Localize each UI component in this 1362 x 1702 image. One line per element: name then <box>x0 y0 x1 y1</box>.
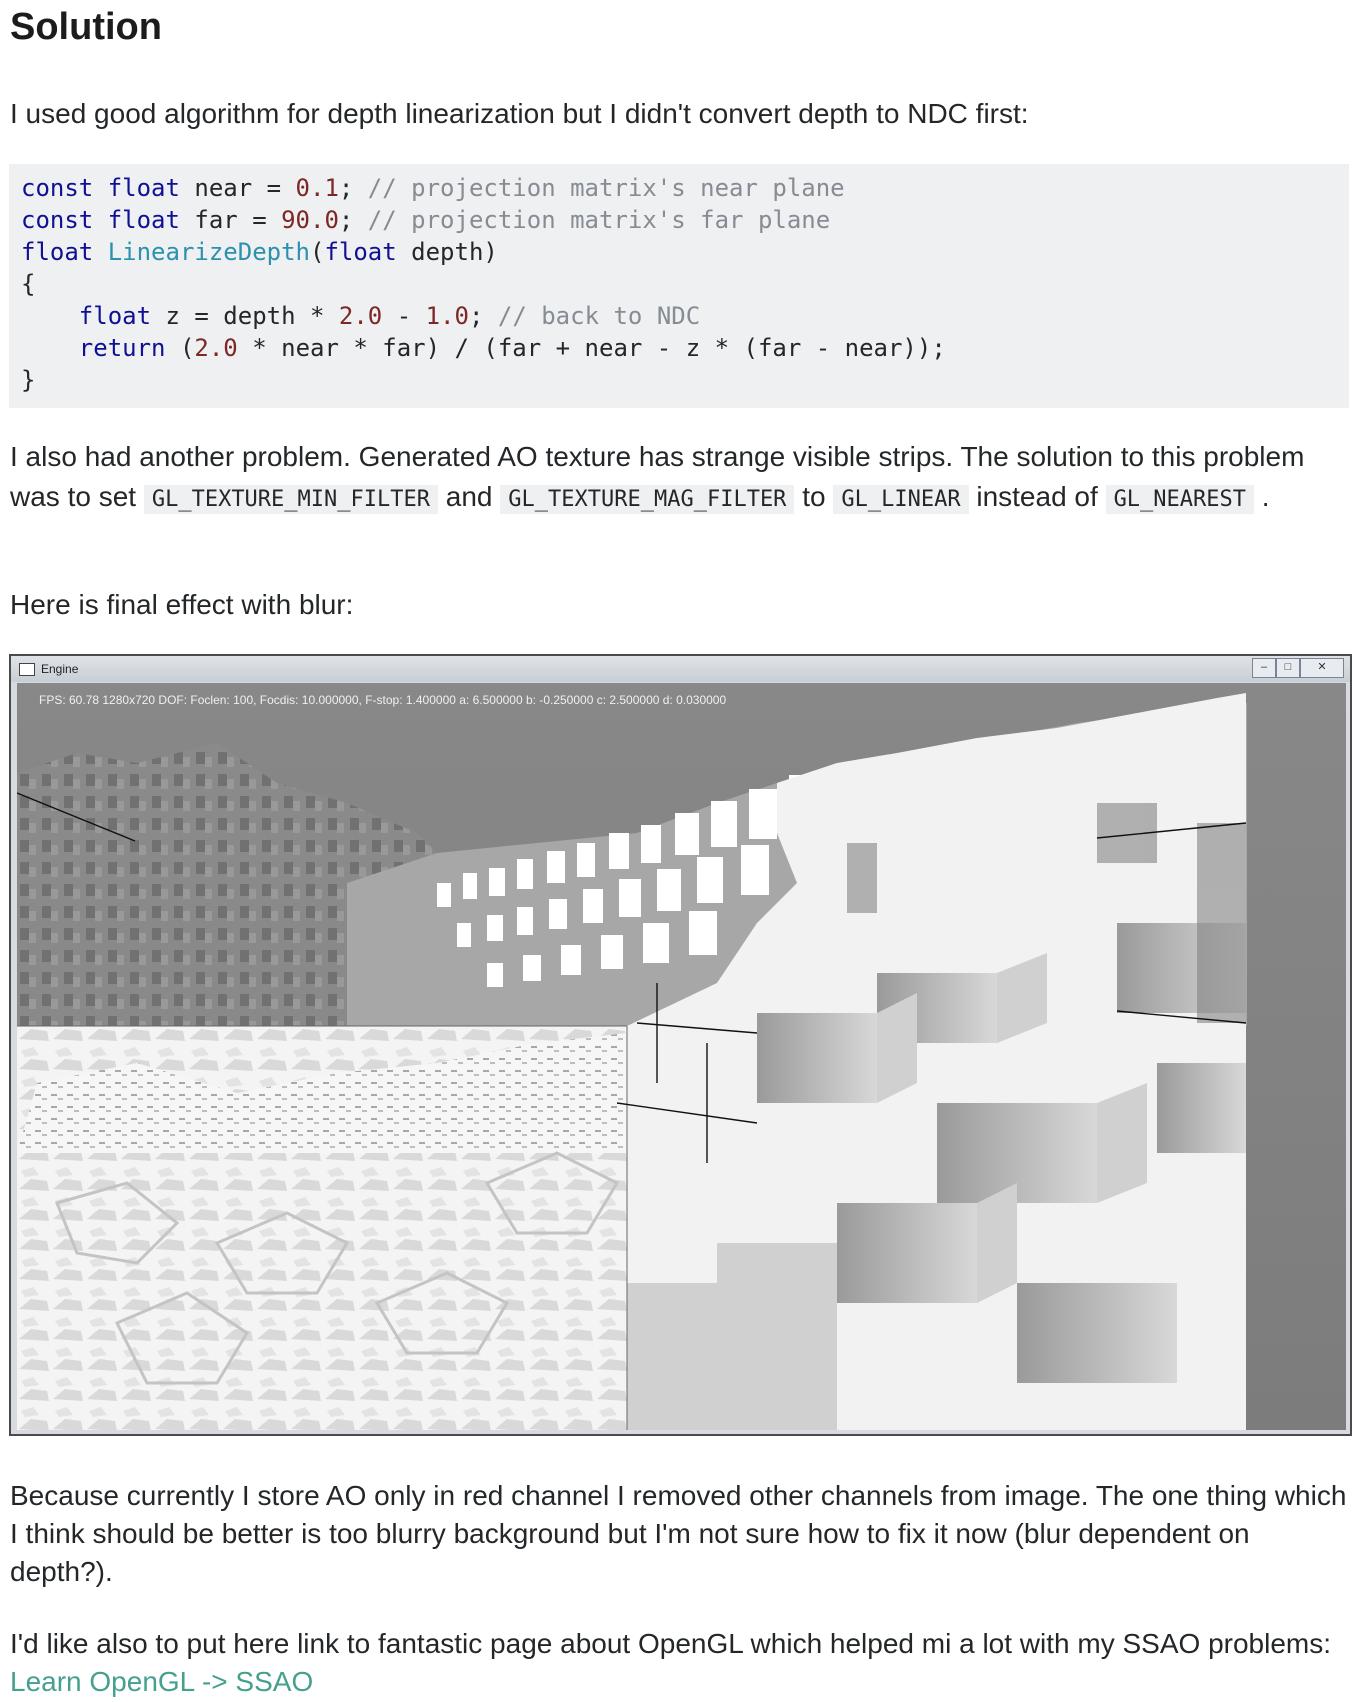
code-comment: // projection matrix's far plane <box>353 206 831 234</box>
fps-overlay: FPS: 60.78 1280x720 DOF: Foclen: 100, Fo… <box>39 693 727 707</box>
code-line-7: } <box>21 366 36 394</box>
code-line-5: float z = depth * 2.0 - 1.0; // back to … <box>21 302 700 330</box>
code-token: - <box>382 302 426 330</box>
code-token: depth) <box>396 238 498 266</box>
code-token: 2.0 <box>338 302 383 330</box>
maximize-icon[interactable]: □ <box>1276 658 1300 678</box>
code-line-4: { <box>21 270 36 298</box>
code-comment: // projection matrix's near plane <box>353 174 845 202</box>
engine-screenshot: Engine – □ ✕ FPS: 60.78 1280x720 DOF: Fo… <box>9 654 1352 1436</box>
code-token: * near * far) / (far + near - z * (far -… <box>237 334 946 362</box>
inline-code: GL_NEAREST <box>1105 485 1255 514</box>
paragraph-text: I'd like also to put here link to fantas… <box>10 1628 1332 1659</box>
code-token: 0.1 <box>295 174 339 202</box>
learnopengl-ssao-link[interactable]: Learn OpenGL -> SSAO <box>10 1666 313 1697</box>
code-token: float <box>107 206 180 234</box>
paragraph-text: to <box>794 481 834 512</box>
code-token: 90.0 <box>281 206 339 234</box>
code-line-3: float LinearizeDepth(float depth) <box>21 238 498 266</box>
code-line-2: const float far = 90.0; // projection ma… <box>21 206 830 234</box>
paragraph-text: and <box>438 481 501 512</box>
paragraph-text: instead of <box>968 481 1106 512</box>
ssao-scene-render <box>17 683 1346 1430</box>
window-title: Engine <box>41 662 79 676</box>
code-token: return <box>78 334 166 362</box>
paragraph-text: . <box>1254 481 1270 512</box>
code-comment: // back to NDC <box>483 302 701 330</box>
code-token: z = depth * <box>151 302 339 330</box>
code-token: ( <box>310 238 325 266</box>
code-token: float <box>107 174 180 202</box>
section-heading: Solution <box>10 6 162 48</box>
code-token: 2.0 <box>194 334 238 362</box>
filter-paragraph: I also had another problem. Generated AO… <box>10 437 1350 520</box>
code-token: float <box>21 238 94 266</box>
code-line-6: return (2.0 * near * far) / (far + near … <box>21 334 946 362</box>
code-token: ( <box>165 334 195 362</box>
minimize-icon[interactable]: – <box>1252 658 1276 678</box>
code-token: float <box>324 238 397 266</box>
code-block: const float near = 0.1; // projection ma… <box>9 164 1349 408</box>
link-paragraph: I'd like also to put here link to fantas… <box>10 1625 1350 1701</box>
inline-code: GL_LINEAR <box>833 485 969 514</box>
inline-code: GL_TEXTURE_MAG_FILTER <box>500 485 795 514</box>
close-icon[interactable]: ✕ <box>1300 658 1344 678</box>
code-line-1: const float near = 0.1; // projection ma… <box>21 174 845 202</box>
code-token: float <box>78 302 152 330</box>
window-titlebar: Engine – □ ✕ <box>11 656 1350 682</box>
render-viewport: FPS: 60.78 1280x720 DOF: Foclen: 100, Fo… <box>17 683 1346 1430</box>
code-token: const <box>21 206 94 234</box>
final-effect-paragraph: Here is final effect with blur: <box>10 589 354 620</box>
code-token: ; <box>468 302 484 330</box>
code-token: ; <box>338 206 354 234</box>
code-token: far = <box>179 206 282 234</box>
code-token: const <box>21 174 94 202</box>
code-function-name: LinearizeDepth <box>107 238 310 266</box>
blur-paragraph: Because currently I store AO only in red… <box>10 1480 1347 1587</box>
window-app-icon <box>19 663 35 676</box>
inline-code: GL_TEXTURE_MIN_FILTER <box>143 485 438 514</box>
code-token: near = <box>179 174 296 202</box>
code-token: 1.0 <box>425 302 469 330</box>
code-token: ; <box>338 174 354 202</box>
intro-paragraph: I used good algorithm for depth lineariz… <box>10 98 1029 129</box>
